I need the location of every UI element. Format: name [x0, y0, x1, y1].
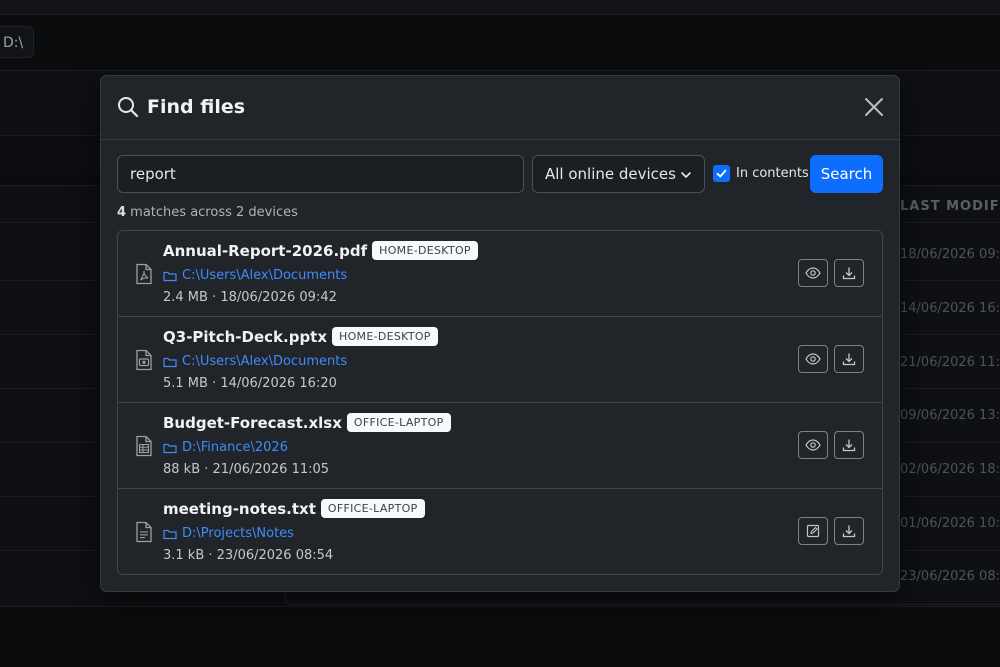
- bg-date-cell: 02/06/2026 18:11: [900, 462, 1000, 477]
- download-icon: [842, 525, 856, 538]
- file-meta: 2.4 MB · 18/06/2026 09:42: [163, 290, 337, 305]
- search-icon: [118, 97, 139, 118]
- file-name[interactable]: Q3-Pitch-Deck.pptx: [163, 328, 327, 346]
- file-title-line: Budget-Forecast.xlsx OFFICE-LAPTOP: [163, 413, 451, 432]
- file-meta: 88 kB · 21/06/2026 11:05: [163, 462, 330, 477]
- file-title-line: Annual-Report-2026.pdf HOME-DESKTOP: [163, 241, 478, 260]
- path-breadcrumb: D:\: [0, 26, 34, 58]
- list-item[interactable]: Budget-Forecast.xlsx OFFICE-LAPTOP D:\Fi…: [118, 403, 882, 489]
- checkmark-icon: [716, 169, 727, 178]
- match-summary-text: matches across 2 devices: [126, 205, 298, 220]
- device-select[interactable]: All online devices: [532, 155, 705, 193]
- file-path: C:\Users\Alex\Documents: [182, 354, 348, 369]
- preview-button[interactable]: [798, 345, 828, 373]
- search-button[interactable]: Search: [810, 155, 883, 193]
- match-count: 4: [117, 205, 127, 220]
- device-badge: HOME-DESKTOP: [332, 327, 438, 346]
- list-item[interactable]: Annual-Report-2026.pdf HOME-DESKTOP C:\U…: [118, 231, 882, 317]
- download-button[interactable]: [834, 431, 864, 459]
- in-contents-toggle[interactable]: In contents: [713, 165, 809, 182]
- file-path: D:\Finance\2026: [182, 440, 288, 455]
- download-button[interactable]: [834, 345, 864, 373]
- search-input[interactable]: [117, 155, 524, 193]
- find-files-dialog: Find files All online devices In content…: [100, 75, 900, 592]
- download-icon: [842, 353, 856, 366]
- pdf-file-icon: [136, 263, 152, 285]
- bg-date-cell: 01/06/2026 10:27: [900, 516, 1000, 531]
- slides-file-icon: [136, 349, 152, 371]
- folder-icon: [163, 443, 177, 453]
- file-title-line: Q3-Pitch-Deck.pptx HOME-DESKTOP: [163, 327, 438, 346]
- in-contents-label: In contents: [736, 166, 809, 181]
- file-path-link[interactable]: C:\Users\Alex\Documents: [163, 268, 347, 283]
- app-topbar: [0, 0, 1000, 15]
- dialog-header: Find files: [101, 76, 899, 140]
- file-path: D:\Projects\Notes: [182, 526, 294, 541]
- edit-icon: [806, 524, 820, 538]
- folder-icon: [163, 529, 177, 539]
- dialog-title-text: Find files: [147, 96, 246, 118]
- file-meta: 5.1 MB · 14/06/2026 16:20: [163, 376, 337, 391]
- preview-button[interactable]: [798, 431, 828, 459]
- file-name[interactable]: Budget-Forecast.xlsx: [163, 414, 342, 432]
- file-title-line: meeting-notes.txt OFFICE-LAPTOP: [163, 499, 425, 518]
- edit-button[interactable]: [798, 517, 828, 545]
- file-meta: 3.1 kB · 23/06/2026 08:54: [163, 548, 334, 563]
- download-icon: [842, 267, 856, 280]
- file-name[interactable]: Annual-Report-2026.pdf: [163, 242, 367, 260]
- file-path-link[interactable]: C:\Users\Alex\Documents: [163, 354, 347, 369]
- folder-icon: [163, 271, 177, 281]
- results-summary: 4 matches across 2 devices: [117, 205, 298, 220]
- eye-icon: [805, 439, 821, 451]
- bg-date-cell: 09/06/2026 13:38: [900, 408, 1000, 423]
- preview-button[interactable]: [798, 259, 828, 287]
- spreadsheet-file-icon: [136, 435, 152, 457]
- device-badge: OFFICE-LAPTOP: [346, 413, 451, 432]
- column-header-last-modified: LAST MODIFIED: [900, 199, 1000, 214]
- folder-icon: [163, 357, 177, 367]
- list-item[interactable]: meeting-notes.txt OFFICE-LAPTOP D:\Proje…: [118, 489, 882, 574]
- file-path: C:\Users\Alex\Documents: [182, 268, 348, 283]
- bg-date-cell: 23/06/2026 08:54: [900, 569, 1000, 584]
- download-button[interactable]: [834, 259, 864, 287]
- device-badge: OFFICE-LAPTOP: [320, 499, 425, 518]
- bg-date-cell: 18/06/2026 09:42: [900, 247, 1000, 262]
- bg-date-cell: 14/06/2026 16:20: [900, 301, 1000, 316]
- file-name[interactable]: meeting-notes.txt: [163, 500, 316, 518]
- dialog-title: Find files: [117, 96, 245, 118]
- list-item[interactable]: Q3-Pitch-Deck.pptx HOME-DESKTOP C:\Users…: [118, 317, 882, 403]
- text-file-icon: [136, 521, 152, 543]
- search-controls: All online devices In contents Search: [117, 155, 883, 193]
- chevron-down-icon: [681, 172, 691, 178]
- device-badge: HOME-DESKTOP: [372, 241, 478, 260]
- file-path-link[interactable]: D:\Projects\Notes: [163, 526, 294, 541]
- eye-icon: [805, 353, 821, 365]
- file-path-link[interactable]: D:\Finance\2026: [163, 440, 288, 455]
- download-button[interactable]: [834, 517, 864, 545]
- results-list: Annual-Report-2026.pdf HOME-DESKTOP C:\U…: [117, 230, 883, 575]
- download-icon: [842, 439, 856, 452]
- device-select-value: All online devices: [545, 165, 676, 183]
- eye-icon: [805, 267, 821, 279]
- close-icon[interactable]: [863, 96, 885, 118]
- bg-date-cell: 21/06/2026 11:05: [900, 355, 1000, 370]
- in-contents-checkbox[interactable]: [713, 165, 730, 182]
